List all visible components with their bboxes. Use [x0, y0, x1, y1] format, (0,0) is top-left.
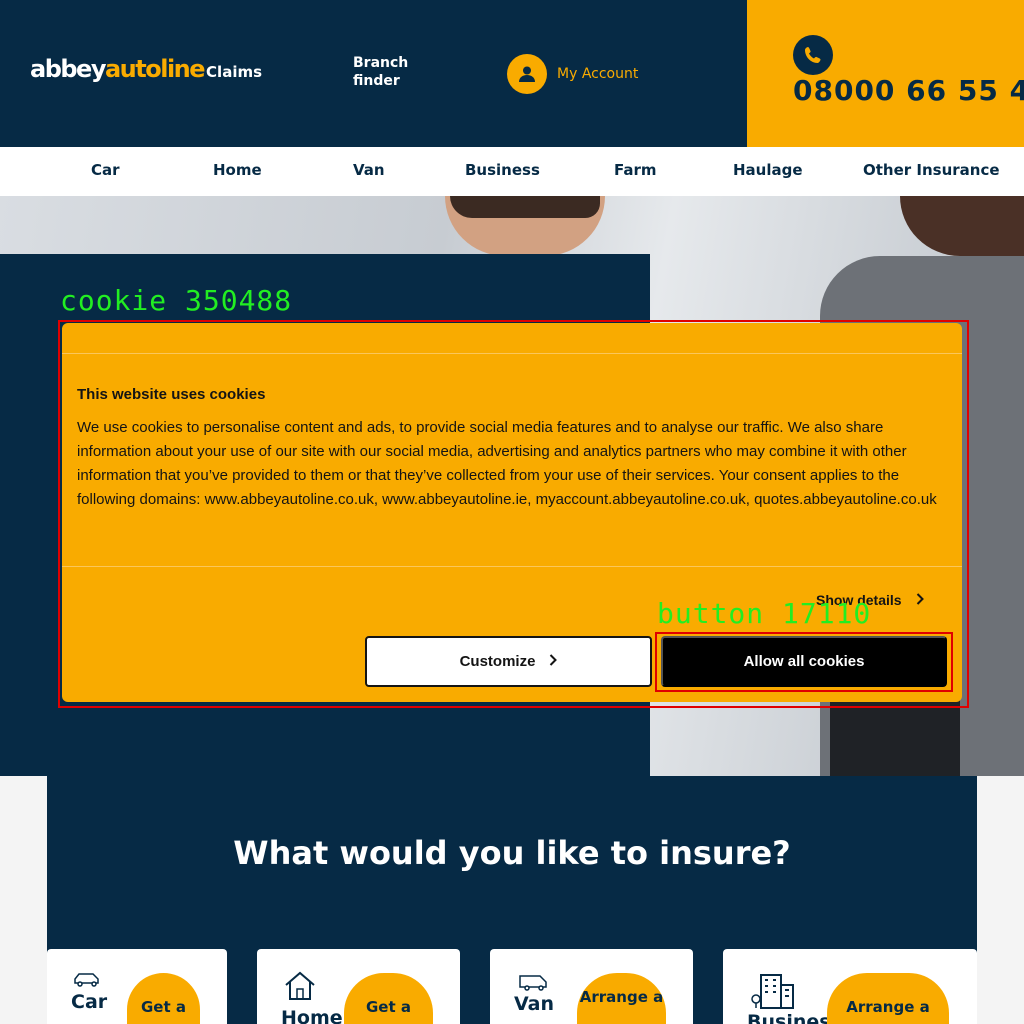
nav-item-van[interactable]: Van	[353, 161, 385, 179]
logo-abbey: abbey	[30, 55, 106, 83]
annotation-cookie-label: cookie 350488	[60, 284, 293, 317]
insure-card-label: Home	[281, 1007, 343, 1024]
phone-number-link[interactable]: 08000 66 55 44	[793, 74, 1024, 107]
nav-item-farm[interactable]: Farm	[614, 161, 657, 179]
divider	[62, 566, 962, 567]
insure-card-business[interactable]: Busines Arrange a	[723, 949, 977, 1024]
insure-card-home[interactable]: Home Get a	[257, 949, 460, 1024]
main-nav: Car Home Van Business Farm Haulage Other…	[0, 147, 1024, 196]
nav-item-other-insurance[interactable]: Other Insurance	[863, 161, 1000, 179]
logo-claims: Claims	[206, 63, 263, 81]
allow-button-highlight	[655, 632, 953, 692]
branch-finder-link[interactable]: Branch finder	[353, 54, 423, 90]
chevron-right-icon	[549, 653, 558, 670]
customize-button[interactable]: Customize	[365, 636, 652, 687]
insure-card-button[interactable]: Arrange a	[827, 973, 949, 1024]
insure-card-button[interactable]: Arrange a	[577, 973, 666, 1024]
phone-icon	[793, 35, 833, 75]
customize-label: Customize	[459, 653, 536, 670]
phone-panel: 08000 66 55 44	[747, 0, 1024, 147]
nav-item-home[interactable]: Home	[213, 161, 262, 179]
insure-card-label: Van	[514, 993, 555, 1015]
cookie-body-text: We use cookies to personalise content an…	[77, 419, 937, 508]
divider	[62, 353, 962, 354]
building-icon	[751, 973, 797, 1013]
my-account-link[interactable]: My Account	[507, 54, 638, 94]
insure-card-car[interactable]: Car Get a	[47, 949, 227, 1024]
car-icon	[73, 971, 101, 991]
insure-card-label: Busines	[747, 1011, 831, 1024]
insure-card-label: Car	[71, 991, 108, 1013]
my-account-label: My Account	[557, 66, 639, 82]
hero-hair-left	[450, 196, 600, 218]
site-header: abbey autoline Claims Branch finder My A…	[0, 0, 1024, 147]
site-logo[interactable]: abbey autoline Claims	[30, 55, 262, 83]
hero-trousers	[830, 696, 960, 776]
insure-card-van[interactable]: Van Arrange a	[490, 949, 693, 1024]
user-icon	[507, 54, 547, 94]
house-icon	[284, 971, 316, 1005]
nav-item-haulage[interactable]: Haulage	[733, 161, 803, 179]
insure-card-button[interactable]: Get a	[344, 973, 433, 1024]
cookie-title: This website uses cookies	[77, 386, 266, 403]
nav-item-business[interactable]: Business	[465, 161, 540, 179]
insure-title: What would you like to insure?	[233, 834, 791, 872]
van-icon	[518, 973, 550, 995]
chevron-right-icon	[916, 592, 924, 608]
insure-card-button[interactable]: Get a	[127, 973, 200, 1024]
nav-item-car[interactable]: Car	[91, 161, 120, 179]
hero-person-right	[900, 196, 1024, 256]
logo-autoline: autoline	[104, 55, 206, 83]
annotation-button-label: button 17110	[657, 597, 872, 630]
